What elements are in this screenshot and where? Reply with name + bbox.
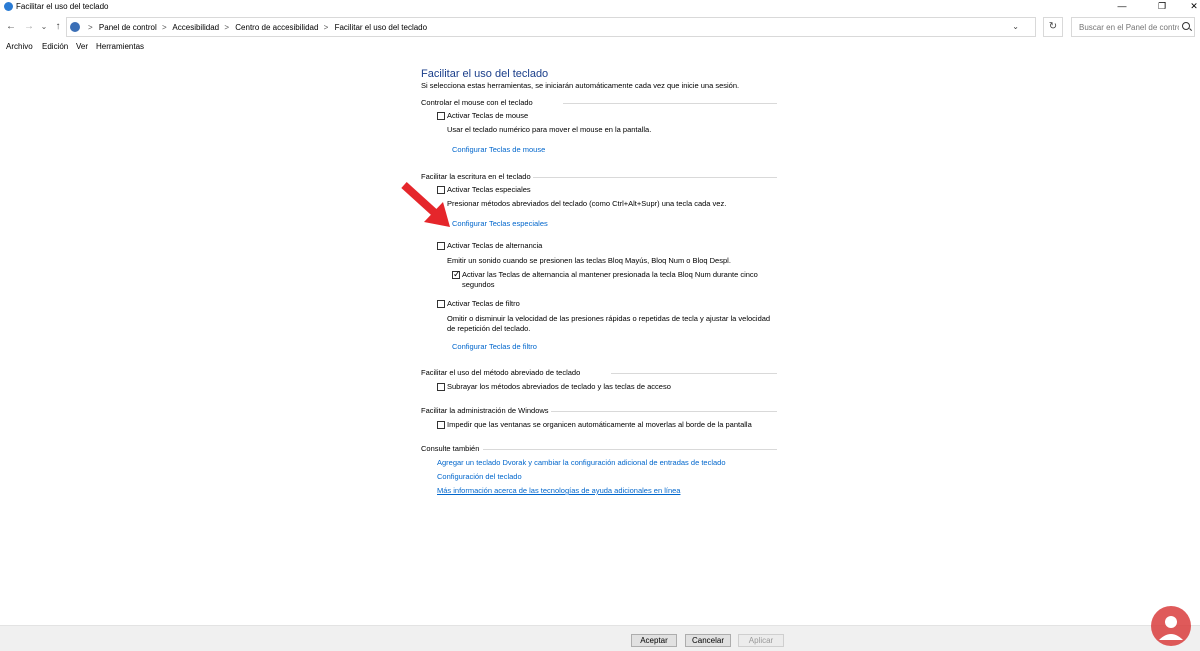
- annotation-arrow-icon: [401, 182, 450, 227]
- page-subtitle: Si selecciona estas herramientas, se ini…: [421, 81, 740, 90]
- dialog-button-bar: Aceptar Cancelar Aplicar: [0, 625, 1200, 651]
- section-heading-text: Consulte también: [421, 444, 480, 453]
- search-icon[interactable]: [1182, 22, 1190, 30]
- section-heading-text: Facilitar el uso del método abreviado de…: [421, 368, 581, 377]
- filter-keys-checkbox[interactable]: [437, 300, 445, 308]
- assistive-technologies-link[interactable]: Más información acerca de las tecnología…: [437, 486, 680, 495]
- control-panel-icon: [70, 22, 80, 32]
- toggle-keys-description: Emitir un sonido cuando se presionen las…: [447, 256, 731, 265]
- mouse-keys-description: Usar el teclado numérico para mover el m…: [447, 125, 652, 134]
- section-heading-see-also: Consulte también: [421, 444, 777, 453]
- search-box[interactable]: [1071, 17, 1195, 37]
- address-row: ← → ⌄ ↑ > Panel de control > Accesibilid…: [0, 14, 1200, 40]
- toggle-keys-hold-checkbox[interactable]: [452, 269, 461, 280]
- recent-locations-dropdown[interactable]: ⌄: [38, 21, 50, 33]
- underline-shortcuts-label[interactable]: Subrayar los métodos abreviados de tecla…: [447, 382, 671, 391]
- configure-filter-keys-link[interactable]: Configurar Teclas de filtro: [452, 342, 537, 351]
- divider: [611, 373, 777, 374]
- breadcrumb-panel-de-control[interactable]: Panel de control: [99, 23, 157, 32]
- window-title: Facilitar el uso del teclado: [16, 2, 109, 11]
- breadcrumb-separator: >: [224, 23, 230, 32]
- watermark-logo-icon: [1151, 606, 1191, 646]
- section-heading-text: Facilitar la administración de Windows: [421, 406, 549, 415]
- underline-shortcuts-checkbox[interactable]: [437, 383, 445, 391]
- control-panel-icon: [4, 2, 13, 11]
- divider: [533, 177, 777, 178]
- back-button[interactable]: ←: [5, 21, 17, 33]
- divider: [563, 103, 777, 104]
- divider: [483, 449, 777, 450]
- title-bar: Facilitar el uso del teclado — ❐ ✕: [0, 0, 1200, 14]
- restore-button[interactable]: ❐: [1146, 0, 1178, 14]
- breadcrumb-accesibilidad[interactable]: Accesibilidad: [172, 23, 219, 32]
- apply-button[interactable]: Aplicar: [738, 634, 784, 647]
- up-button[interactable]: ↑: [52, 21, 64, 33]
- forward-button[interactable]: →: [23, 21, 35, 33]
- toggle-keys-label[interactable]: Activar Teclas de alternancia: [447, 241, 542, 250]
- close-button[interactable]: ✕: [1178, 0, 1200, 14]
- refresh-button[interactable]: ↻: [1043, 17, 1063, 37]
- add-dvorak-keyboard-link[interactable]: Agregar un teclado Dvorak y cambiar la c…: [437, 458, 726, 467]
- section-heading-typing: Facilitar la escritura en el teclado: [421, 172, 777, 181]
- page-title: Facilitar el uso del teclado: [421, 68, 549, 80]
- sticky-keys-description: Presionar métodos abreviados del teclado…: [447, 199, 727, 208]
- breadcrumb-centro-de-accesibilidad[interactable]: Centro de accesibilidad: [235, 23, 318, 32]
- section-heading-shortcuts: Facilitar el uso del método abreviado de…: [421, 368, 777, 377]
- cancel-button[interactable]: Cancelar: [685, 634, 731, 647]
- toggle-keys-hold-label[interactable]: Activar las Teclas de alternancia al man…: [462, 270, 762, 290]
- menu-archivo[interactable]: Archivo: [6, 42, 33, 51]
- toggle-keys-checkbox[interactable]: [437, 242, 445, 250]
- section-heading-windows: Facilitar la administración de Windows: [421, 406, 777, 415]
- breadcrumb-separator: >: [88, 23, 93, 32]
- minimize-button[interactable]: —: [1106, 0, 1138, 14]
- menu-herramientas[interactable]: Herramientas: [96, 42, 144, 51]
- menu-edicion[interactable]: Edición: [42, 42, 68, 51]
- mouse-keys-checkbox[interactable]: [437, 112, 445, 120]
- address-bar[interactable]: > Panel de control > Accesibilidad > Cen…: [66, 17, 1036, 37]
- menu-ver[interactable]: Ver: [76, 42, 88, 51]
- section-heading-mouse: Controlar el mouse con el teclado: [421, 98, 777, 107]
- breadcrumb-separator: >: [161, 23, 167, 32]
- breadcrumb-current[interactable]: Facilitar el uso del teclado: [335, 23, 428, 32]
- prevent-snap-checkbox[interactable]: [437, 421, 445, 429]
- menu-bar: Archivo Edición Ver Herramientas: [0, 40, 1200, 54]
- mouse-keys-label[interactable]: Activar Teclas de mouse: [447, 111, 528, 120]
- prevent-snap-label[interactable]: Impedir que las ventanas se organicen au…: [447, 420, 752, 429]
- sticky-keys-label[interactable]: Activar Teclas especiales: [447, 185, 531, 194]
- filter-keys-label[interactable]: Activar Teclas de filtro: [447, 299, 520, 308]
- address-dropdown-icon[interactable]: ⌄: [1012, 22, 1019, 31]
- filter-keys-description: Omitir o disminuir la velocidad de las p…: [447, 314, 771, 333]
- breadcrumb: > Panel de control > Accesibilidad > Cen…: [85, 23, 427, 32]
- divider: [551, 411, 777, 412]
- configure-mouse-keys-link[interactable]: Configurar Teclas de mouse: [452, 145, 545, 154]
- breadcrumb-separator: >: [323, 23, 329, 32]
- keyboard-settings-link[interactable]: Configuración del teclado: [437, 472, 522, 481]
- configure-sticky-keys-link[interactable]: Configurar Teclas especiales: [452, 219, 548, 228]
- search-input[interactable]: [1077, 22, 1181, 33]
- accept-button[interactable]: Aceptar: [631, 634, 677, 647]
- section-heading-text: Controlar el mouse con el teclado: [421, 98, 533, 107]
